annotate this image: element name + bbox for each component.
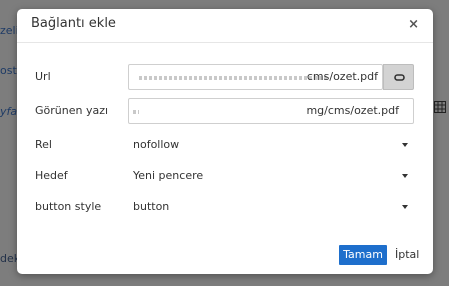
cancel-button[interactable]: İptal (395, 245, 419, 265)
chevron-down-icon (402, 143, 408, 147)
url-value: cms/ozet.pdf (306, 70, 378, 83)
display-text-row: Görünen yazı mg/cms/ozet.pdf (17, 98, 433, 124)
rel-value: nofollow (133, 138, 180, 151)
grid-icon (434, 101, 446, 113)
dialog-header: Bağlantı ekle × (17, 9, 433, 43)
display-text-label: Görünen yazı (35, 104, 109, 117)
redacted-text (133, 110, 139, 114)
close-icon[interactable]: × (408, 18, 419, 31)
target-value: Yeni pencere (133, 169, 204, 182)
link-dialog: Bağlantı ekle × Url cms/ozet.pdf Görünen… (17, 9, 433, 274)
url-input[interactable]: cms/ozet.pdf (128, 64, 383, 90)
target-select[interactable]: Yeni pencere (128, 163, 414, 189)
link-picker-icon (394, 74, 405, 81)
display-text-value: mg/cms/ozet.pdf (306, 104, 399, 117)
display-text-input[interactable]: mg/cms/ozet.pdf (128, 98, 414, 124)
chevron-down-icon (402, 205, 408, 209)
chevron-down-icon (402, 174, 408, 178)
link-picker-button[interactable] (383, 64, 414, 90)
bg-link-3: yfa (0, 105, 18, 118)
ok-button[interactable]: Tamam (339, 245, 387, 265)
url-label: Url (35, 70, 51, 83)
bg-link-2: ost (0, 64, 17, 77)
rel-select[interactable]: nofollow (128, 132, 414, 158)
button-style-value: button (133, 200, 170, 213)
redacted-text (139, 76, 327, 80)
dialog-title: Bağlantı ekle (31, 16, 116, 31)
button-style-row: button style button (17, 194, 433, 220)
button-style-label: button style (35, 200, 102, 213)
target-row: Hedef Yeni pencere (17, 163, 433, 189)
target-label: Hedef (35, 169, 68, 182)
rel-label: Rel (35, 138, 52, 151)
url-row: Url cms/ozet.pdf (17, 64, 433, 90)
button-style-select[interactable]: button (128, 194, 414, 220)
rel-row: Rel nofollow (17, 132, 433, 158)
